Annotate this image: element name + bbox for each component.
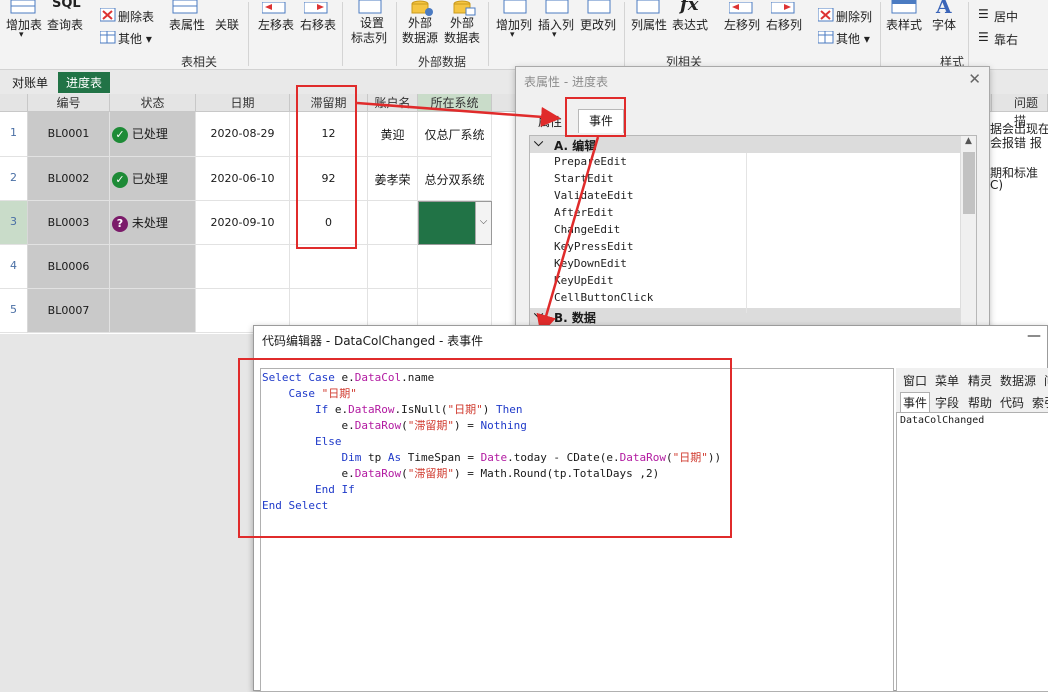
code: tp xyxy=(361,451,388,464)
tab-field[interactable]: 字段 xyxy=(935,394,959,411)
menu-window[interactable]: 窗口 xyxy=(903,372,927,389)
arrow-to-code-editor xyxy=(536,136,600,335)
event-name-box[interactable]: DataColChanged xyxy=(896,412,1048,692)
tab-help[interactable]: 帮助 xyxy=(968,394,992,411)
dialog-title: 代码编辑器 - DataColChanged - 表事件 xyxy=(262,334,484,348)
menu-menu[interactable]: 菜单 xyxy=(935,372,959,389)
kw: Nothing xyxy=(480,419,527,432)
code: ) = Math.Round(tp.TotalDays ,2) xyxy=(453,467,660,480)
code: e. xyxy=(262,419,355,432)
code: e. xyxy=(334,403,349,416)
member: DataCol xyxy=(354,371,402,384)
code: ) = xyxy=(453,419,481,432)
string: "日期" xyxy=(447,403,483,416)
member: DataRow xyxy=(354,419,402,432)
kw: Dim xyxy=(262,451,362,464)
string: "日期" xyxy=(672,451,708,464)
code: ( xyxy=(401,419,408,432)
member: DataRow xyxy=(619,451,667,464)
minimize-icon[interactable]: — xyxy=(1027,328,1041,344)
menu-datasource[interactable]: 数据源 xyxy=(1000,372,1036,389)
code: ( xyxy=(666,451,673,464)
code: e. xyxy=(334,371,355,384)
string: "日期" xyxy=(321,387,357,400)
kw: If xyxy=(262,403,335,416)
kw: Then xyxy=(495,403,523,416)
tab-index[interactable]: 索引 xyxy=(1032,394,1048,411)
code-line-1: Select Case e.DataCol.name xyxy=(262,371,434,384)
kw: As xyxy=(387,451,402,464)
code-line-4: e.DataRow("滞留期") = Nothing xyxy=(262,419,527,432)
code: .name xyxy=(401,371,435,384)
code-line-3: If e.DataRow.IsNull("日期") Then xyxy=(262,403,522,416)
code-text: Select Case e.DataCol.name Case "日期" If … xyxy=(262,370,721,514)
code-line-5: Else xyxy=(262,435,342,448)
code-line-7: e.DataRow("滞留期") = Math.Round(tp.TotalDa… xyxy=(262,467,659,480)
code: TimeSpan = xyxy=(401,451,481,464)
kw: Select Case xyxy=(262,371,335,384)
code-line-8: End If xyxy=(262,483,355,496)
code: e. xyxy=(262,467,355,480)
code-line-9: End Select xyxy=(262,499,329,512)
member: DataRow xyxy=(348,403,395,416)
menu-question[interactable]: 问 xyxy=(1044,372,1048,389)
code: .today - CDate(e. xyxy=(507,451,620,464)
arrow-to-events-tab xyxy=(356,101,561,127)
tab-code[interactable]: 代码 xyxy=(1000,394,1024,411)
code: ( xyxy=(401,467,408,480)
code: )) xyxy=(707,451,722,464)
kw: Case xyxy=(262,387,322,400)
code: ) xyxy=(482,403,496,416)
code-line-6: Dim tp As TimeSpan = Date.today - CDate(… xyxy=(262,451,721,464)
event-name: DataColChanged xyxy=(900,415,985,426)
string: "滞留期" xyxy=(407,419,454,432)
code-line-2: Case "日期" xyxy=(262,387,357,400)
code: .IsNull( xyxy=(394,403,448,416)
tab-event[interactable]: 事件 xyxy=(900,392,931,412)
member: DataRow xyxy=(354,467,402,480)
string: "滞留期" xyxy=(407,467,454,480)
member: Date xyxy=(480,451,508,464)
menu-wizard[interactable]: 精灵 xyxy=(968,372,992,389)
